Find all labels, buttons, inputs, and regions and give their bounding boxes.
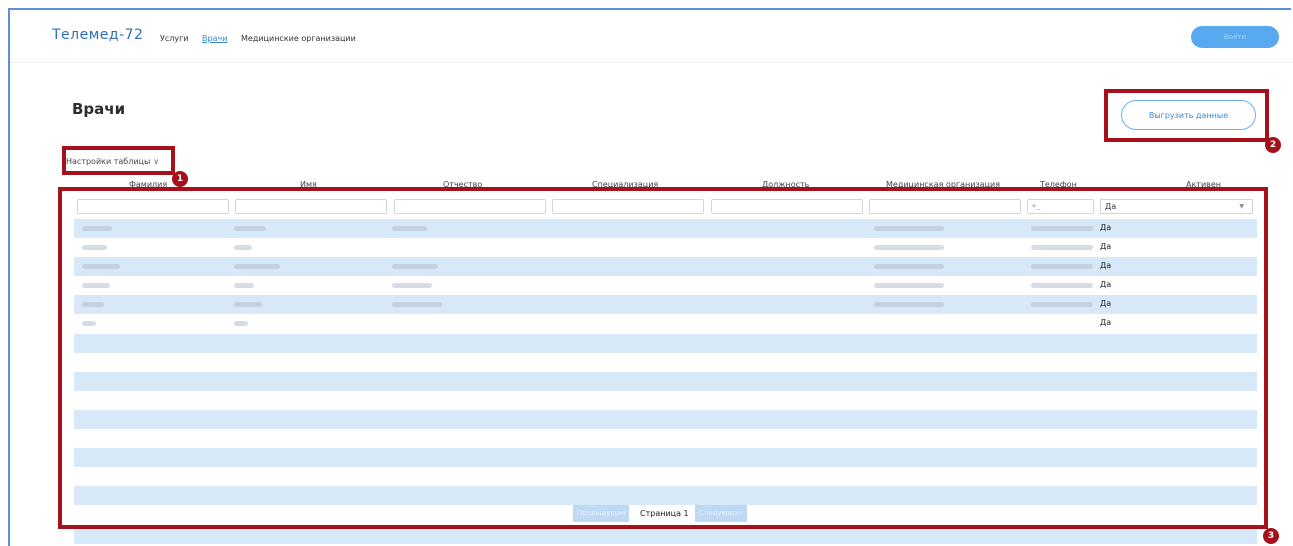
top-header: Телемед-72 Услуги Врачи Медицинские орга…	[10, 10, 1293, 63]
highlight-table-settings	[62, 146, 175, 175]
highlight-table	[58, 187, 1268, 529]
logo[interactable]: Телемед-72	[52, 27, 143, 43]
callout-badge-3: 3	[1263, 528, 1279, 544]
login-button[interactable]: Войти	[1191, 26, 1279, 48]
highlight-export	[1104, 89, 1269, 142]
nav-med-orgs[interactable]: Медицинские организации	[241, 34, 356, 43]
nav-services[interactable]: Услуги	[160, 34, 189, 43]
nav-doctors[interactable]: Врачи	[202, 34, 227, 43]
callout-badge-2: 2	[1265, 137, 1281, 153]
callout-badge-1: 1	[172, 171, 188, 187]
page-title: Врачи	[72, 100, 126, 118]
